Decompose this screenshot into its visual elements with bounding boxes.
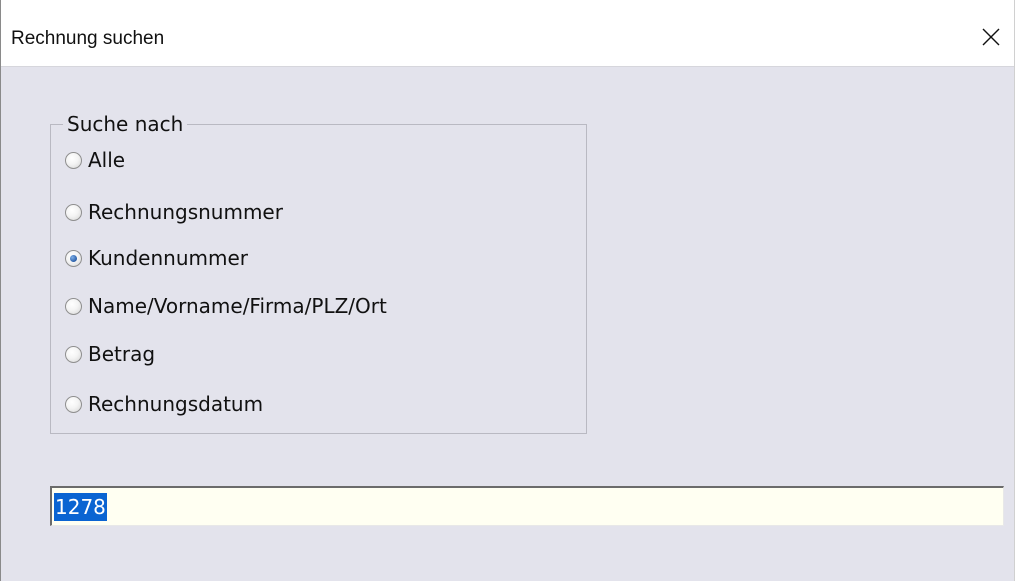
radio-button[interactable]	[65, 345, 82, 363]
radio-kundennummer[interactable]: Kundennummer	[65, 243, 248, 273]
radio-rechnungsnummer[interactable]: Rechnungsnummer	[65, 197, 283, 227]
radio-button-checked[interactable]	[65, 249, 82, 267]
search-input[interactable]: 1278	[50, 486, 1004, 526]
radio-label: Betrag	[88, 342, 156, 366]
radio-button[interactable]	[65, 151, 82, 169]
radio-rechnungsdatum[interactable]: Rechnungsdatum	[65, 389, 263, 419]
radio-betrag[interactable]: Betrag	[65, 339, 155, 369]
radio-label: Alle	[88, 148, 126, 172]
radio-label: Name/Vorname/Firma/PLZ/Ort	[88, 294, 387, 318]
radio-button[interactable]	[65, 203, 82, 221]
radio-label: Rechnungsnummer	[88, 200, 283, 224]
radio-alle[interactable]: Alle	[65, 145, 125, 175]
radio-button[interactable]	[65, 395, 82, 413]
search-by-groupbox: Suche nach Alle Rechnungsnummer Kundennu…	[50, 111, 587, 434]
window-title: Rechnung suchen	[11, 28, 165, 49]
groupbox-legend: Suche nach	[63, 111, 188, 137]
radio-label: Kundennummer	[88, 246, 248, 270]
search-input-value: 1278	[54, 492, 107, 521]
radio-name-vorname-firma-plz-ort[interactable]: Name/Vorname/Firma/PLZ/Ort	[65, 291, 387, 321]
radio-button[interactable]	[65, 297, 82, 315]
dialog-window: Rechnung suchen Suche nach Alle Rechnung…	[0, 0, 1015, 581]
title-bar: Rechnung suchen	[1, 0, 1014, 67]
close-button[interactable]	[974, 20, 1008, 54]
close-icon	[982, 28, 1000, 46]
radio-label: Rechnungsdatum	[88, 392, 264, 416]
